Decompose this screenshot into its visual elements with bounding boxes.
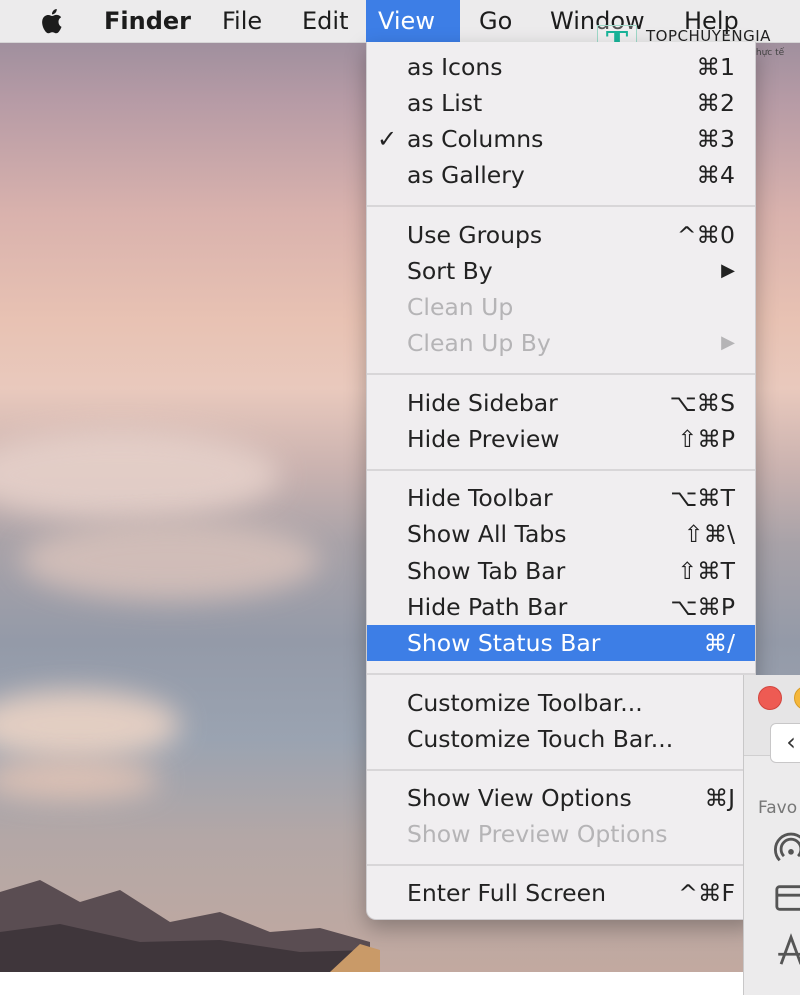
wallpaper-cloud — [0, 430, 280, 520]
finder-window: ‹ Favo — [743, 675, 800, 995]
menu-go[interactable]: Go — [467, 0, 524, 42]
menu-item-label: Show Status Bar — [407, 629, 601, 657]
menu-item-label: Use Groups — [407, 221, 543, 249]
menu-item-show-view-options[interactable]: Show View Options ⌘J — [367, 780, 755, 816]
menu-item-show-tab-bar[interactable]: Show Tab Bar ⇧⌘T — [367, 553, 755, 589]
wallpaper-cloud — [20, 520, 320, 600]
menu-item-label: Customize Touch Bar... — [407, 725, 674, 753]
menu-item-label: Show All Tabs — [407, 520, 567, 548]
menu-item-label: as Columns — [407, 125, 544, 153]
wallpaper-cloud — [0, 690, 180, 760]
menu-finder[interactable]: Finder — [92, 0, 203, 42]
menu-item-label: Show Preview Options — [407, 820, 668, 848]
menu-separator — [367, 373, 755, 375]
menu-item-label: as Gallery — [407, 161, 525, 189]
menu-item-hide-preview[interactable]: Hide Preview ⇧⌘P — [367, 421, 755, 457]
menu-item-label: Hide Preview — [407, 425, 560, 453]
menu-item-label: Customize Toolbar... — [407, 689, 643, 717]
apple-logo-icon[interactable] — [38, 6, 68, 36]
wallpaper-cloud — [0, 760, 160, 800]
menu-item-shortcut: ⌘4 — [696, 161, 735, 189]
menu-item-as-icons[interactable]: as Icons ⌘1 — [367, 49, 755, 85]
menu-item-label: Sort By — [407, 257, 493, 285]
applications-icon[interactable] — [774, 933, 800, 967]
menu-item-customize-toolbar[interactable]: Customize Toolbar... — [367, 685, 755, 721]
menu-separator — [367, 769, 755, 771]
menu-item-as-columns[interactable]: ✓ as Columns ⌘3 — [367, 121, 755, 157]
menu-item-customize-touch-bar[interactable]: Customize Touch Bar... — [367, 721, 755, 757]
menu-file[interactable]: File — [210, 0, 274, 42]
recents-icon[interactable] — [774, 883, 800, 913]
menu-item-label: Show Tab Bar — [407, 557, 566, 585]
menu-item-enter-full-screen[interactable]: Enter Full Screen ^⌘F — [367, 875, 755, 911]
menu-item-label: Hide Toolbar — [407, 484, 553, 512]
menu-item-show-status-bar[interactable]: Show Status Bar ⌘/ — [367, 625, 755, 661]
menu-item-use-groups[interactable]: Use Groups ^⌘0 — [367, 217, 755, 253]
close-button[interactable] — [758, 686, 782, 710]
menu-edit[interactable]: Edit — [290, 0, 360, 42]
menu-item-shortcut: ⌥⌘S — [669, 389, 736, 417]
menu-separator — [367, 205, 755, 207]
sidebar-heading-favorites: Favo — [758, 798, 798, 818]
menu-item-hide-sidebar[interactable]: Hide Sidebar ⌥⌘S — [367, 385, 755, 421]
menu-item-label: Enter Full Screen — [407, 879, 606, 907]
menu-item-show-all-tabs[interactable]: Show All Tabs ⇧⌘\ — [367, 516, 755, 552]
menu-item-label: as Icons — [407, 53, 503, 81]
menu-item-clean-up: Clean Up — [367, 289, 755, 325]
menu-item-label: Hide Sidebar — [407, 389, 558, 417]
menu-item-hide-path-bar[interactable]: Hide Path Bar ⌥⌘P — [367, 589, 755, 625]
menu-item-shortcut: ^⌘0 — [676, 221, 735, 249]
menu-item-shortcut: ⇧⌘P — [677, 425, 735, 453]
menu-item-label: as List — [407, 89, 483, 117]
menu-item-label: Clean Up By — [407, 329, 551, 357]
menu-item-shortcut: ⌘3 — [696, 125, 735, 153]
menu-item-hide-toolbar[interactable]: Hide Toolbar ⌥⌘T — [367, 480, 755, 516]
menu-separator — [367, 864, 755, 866]
submenu-arrow-icon: ▶ — [721, 332, 735, 353]
menu-item-as-list[interactable]: as List ⌘2 — [367, 85, 755, 121]
menu-item-shortcut: ⌘2 — [696, 89, 735, 117]
menu-item-shortcut: ^⌘F — [678, 879, 735, 907]
menu-item-shortcut: ⇧⌘T — [677, 557, 735, 585]
minimize-button[interactable] — [794, 686, 800, 710]
submenu-arrow-icon: ▶ — [721, 260, 735, 281]
menu-item-label: Clean Up — [407, 293, 514, 321]
menu-item-as-gallery[interactable]: as Gallery ⌘4 — [367, 157, 755, 193]
view-menu-dropdown: as Icons ⌘1 as List ⌘2 ✓ as Columns ⌘3 a… — [366, 42, 756, 920]
menu-item-shortcut: ⌥⌘T — [670, 484, 735, 512]
menu-item-shortcut: ⌥⌘P — [670, 593, 735, 621]
menu-item-label: Show View Options — [407, 784, 632, 812]
menu-item-clean-up-by: Clean Up By ▶ — [367, 325, 755, 361]
menu-item-shortcut: ⌘1 — [696, 53, 735, 81]
menu-separator — [367, 469, 755, 471]
back-button[interactable]: ‹ — [770, 723, 800, 763]
menu-item-show-preview-options: Show Preview Options — [367, 816, 755, 852]
menu-item-shortcut: ⌘J — [704, 784, 735, 812]
checkmark-icon: ✓ — [377, 125, 398, 153]
menu-item-shortcut: ⌘/ — [703, 629, 735, 657]
airdrop-icon[interactable] — [774, 832, 800, 866]
menu-separator — [367, 673, 755, 675]
menu-item-label: Hide Path Bar — [407, 593, 568, 621]
menu-view[interactable]: View — [366, 0, 460, 42]
menu-item-shortcut: ⇧⌘\ — [683, 520, 735, 548]
menu-item-sort-by[interactable]: Sort By ▶ — [367, 253, 755, 289]
